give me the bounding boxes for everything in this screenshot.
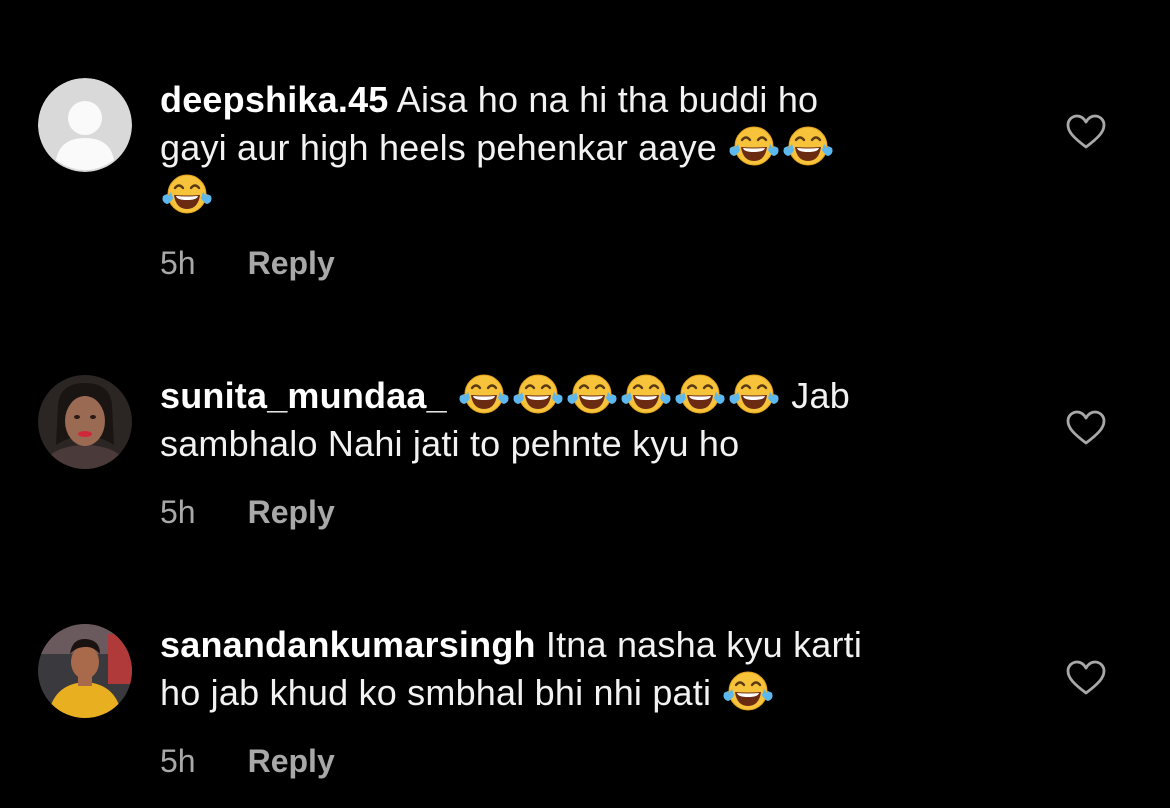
tears-of-joy-icon xyxy=(722,669,774,713)
comment-text: Itna nasha kyu karti xyxy=(545,624,863,665)
timestamp: 5h xyxy=(160,494,196,530)
username[interactable]: deepshika.45 xyxy=(160,79,389,120)
comment-text: ho jab khud ko smbhal bhi nhi pati xyxy=(160,672,712,713)
tears-of-joy-icon xyxy=(512,372,564,416)
avatar[interactable] xyxy=(38,624,132,718)
tears-of-joy-icon xyxy=(620,372,672,416)
reply-button[interactable]: Reply xyxy=(248,743,335,780)
tears-of-joy-icon xyxy=(782,124,834,168)
comment-text: sambhalo Nahi jati to pehnte kyu ho xyxy=(160,423,740,464)
comment-text: Jab xyxy=(791,375,850,416)
heart-icon[interactable] xyxy=(1066,114,1106,150)
username[interactable]: sanandankumarsingh xyxy=(160,624,536,665)
tears-of-joy-icon xyxy=(458,372,510,416)
tears-of-joy-icon xyxy=(161,172,213,216)
comment-meta: 5h Reply xyxy=(160,494,335,531)
comment-meta: 5h Reply xyxy=(160,743,335,780)
tears-of-joy-icon xyxy=(566,372,618,416)
comment-body: deepshika.45 Aisa ho na hi tha buddi ho … xyxy=(160,76,960,220)
comment-body: sunita_mundaa_ Jab sambhalo Nahi jati to… xyxy=(160,372,960,468)
comment-meta: 5h Reply xyxy=(160,245,335,282)
tears-of-joy-icon xyxy=(728,372,780,416)
avatar[interactable] xyxy=(38,375,132,469)
timestamp: 5h xyxy=(160,245,196,281)
heart-icon[interactable] xyxy=(1066,660,1106,696)
default-avatar-icon[interactable] xyxy=(38,78,132,172)
tears-of-joy-icon xyxy=(728,124,780,168)
reply-button[interactable]: Reply xyxy=(248,245,335,282)
timestamp: 5h xyxy=(160,743,196,779)
tears-of-joy-icon xyxy=(674,372,726,416)
comment-text: gayi aur high heels pehenkar aaye xyxy=(160,127,717,168)
comment-text: Aisa ho na hi tha buddi ho xyxy=(396,79,819,120)
comment-body: sanandankumarsingh Itna nasha kyu karti … xyxy=(160,621,960,717)
username[interactable]: sunita_mundaa_ xyxy=(160,375,447,416)
heart-icon[interactable] xyxy=(1066,410,1106,446)
reply-button[interactable]: Reply xyxy=(248,494,335,531)
